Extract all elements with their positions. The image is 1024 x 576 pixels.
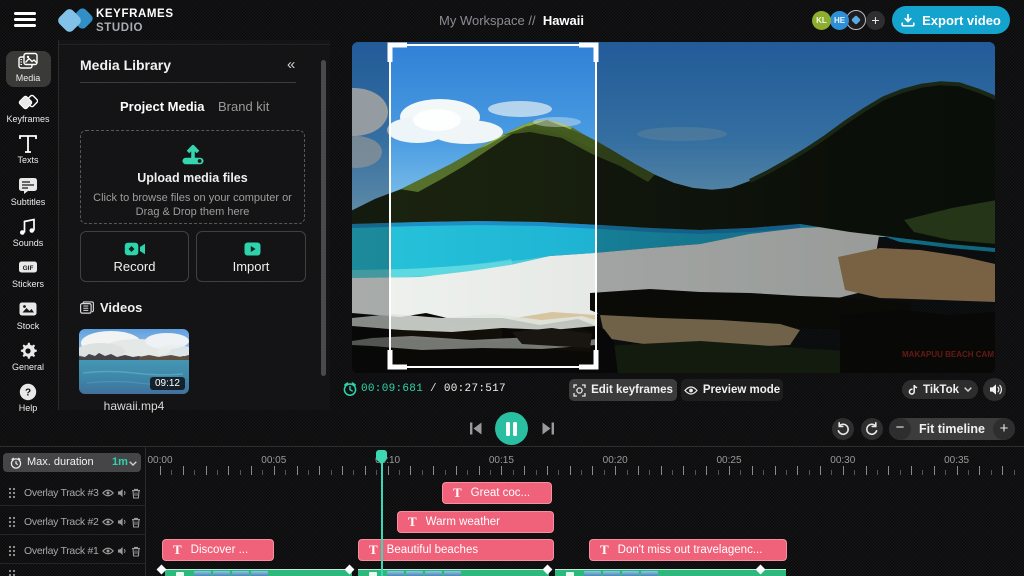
svg-text:GIF: GIF	[23, 265, 34, 272]
svg-text:?: ?	[25, 388, 31, 399]
